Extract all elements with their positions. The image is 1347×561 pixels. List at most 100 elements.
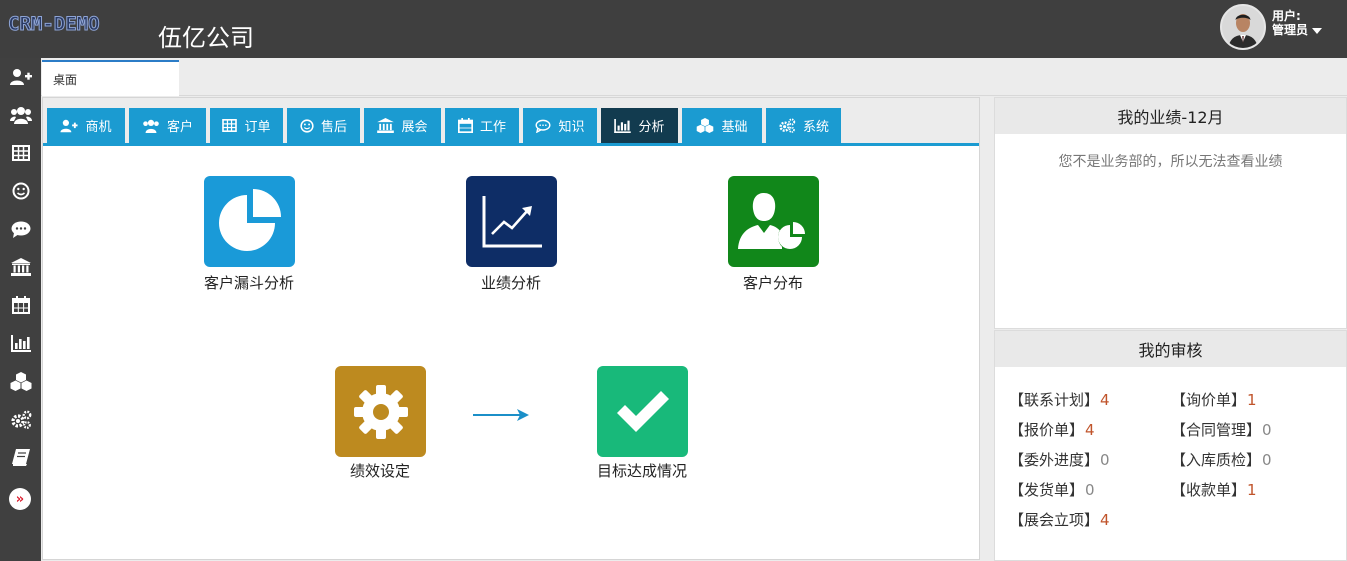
rail-smile[interactable]: [0, 172, 41, 210]
rail-cogs[interactable]: [0, 400, 41, 438]
review-count: 0: [1262, 451, 1272, 469]
review-count: 4: [1100, 511, 1110, 529]
rail-expand-toggle[interactable]: »: [9, 488, 31, 510]
users-icon: [9, 107, 32, 124]
calendar-icon: [11, 296, 30, 314]
table-icon: [11, 145, 30, 161]
user-plus-icon: [60, 119, 79, 132]
tab-desktop[interactable]: 桌面: [42, 60, 179, 96]
module-tab-label: 展会: [401, 120, 428, 135]
caret-down-icon: [1312, 27, 1323, 34]
kpi-setting-tile[interactable]: [335, 366, 426, 457]
arrow-right-icon: [473, 409, 529, 421]
app-logo[interactable]: CRM-DEMO: [8, 13, 101, 36]
pie-chart-icon: [218, 188, 281, 251]
review-item-exhibition-project[interactable]: 【展会立项】4: [1009, 509, 1110, 530]
review-item-inbound-qc[interactable]: 【入库质检】0: [1171, 449, 1272, 470]
review-item-outsourcing[interactable]: 【委外进度】0: [1009, 449, 1110, 470]
review-count: 1: [1247, 391, 1257, 409]
customer-distribution-tile[interactable]: [728, 176, 819, 267]
module-tab-base[interactable]: 基础: [682, 108, 762, 143]
rail-users[interactable]: [0, 96, 41, 134]
my-performance-panel: 我的业绩-12月 您不是业务部的，所以无法查看业绩: [994, 97, 1347, 329]
customer-funnel-label[interactable]: 客户漏斗分析: [169, 272, 329, 293]
kpi-setting-label[interactable]: 绩效设定: [300, 460, 460, 481]
module-tab-aftersales[interactable]: 售后: [287, 108, 360, 143]
module-tab-label: 分析: [638, 120, 665, 135]
company-name: 伍亿公司: [158, 24, 254, 52]
module-tab-analysis[interactable]: 分析: [601, 108, 678, 143]
module-tab-exhibition[interactable]: 展会: [364, 108, 441, 143]
line-chart-icon: [482, 195, 542, 247]
cubes-icon: [697, 118, 714, 133]
module-tab-label: 系统: [802, 120, 829, 135]
module-tab-label: 售后: [320, 120, 347, 135]
left-rail: »: [0, 58, 41, 561]
smile-icon: [300, 118, 314, 133]
performance-analysis-tile[interactable]: [466, 176, 557, 267]
module-tabs: 商机 客户 订单 售后 展会 工作 知识 分析 基础 系统: [43, 98, 979, 146]
module-tab-label: 工作: [479, 120, 506, 135]
main-panel: 商机 客户 订单 售后 展会 工作 知识 分析 基础 系统 客户漏斗分析 业绩分…: [42, 97, 980, 560]
module-tab-order[interactable]: 订单: [210, 108, 283, 143]
page-tab-strip: 桌面: [41, 58, 1347, 96]
users-icon: [143, 119, 159, 133]
rail-comment[interactable]: [0, 210, 41, 248]
target-status-tile[interactable]: [597, 366, 688, 457]
customer-distribution-label[interactable]: 客户分布: [693, 272, 853, 293]
review-count: 0: [1085, 481, 1095, 499]
bank-icon: [377, 118, 395, 133]
rail-calendar[interactable]: [0, 286, 41, 324]
module-tab-label: 商机: [85, 120, 112, 135]
bar-chart-icon: [10, 334, 31, 352]
comment-icon: [535, 119, 552, 133]
user-name: 管理员: [1272, 23, 1309, 37]
user-menu[interactable]: 用户: 管理员: [1272, 9, 1323, 37]
performance-message: 您不是业务部的，所以无法查看业绩: [1058, 154, 1283, 170]
bank-icon: [10, 258, 31, 276]
performance-analysis-label[interactable]: 业绩分析: [431, 272, 591, 293]
user-avatar[interactable]: [1220, 4, 1266, 50]
rail-user-plus[interactable]: [0, 58, 41, 96]
cubes-icon: [10, 371, 31, 391]
module-tab-work[interactable]: 工作: [445, 108, 519, 143]
module-tab-system[interactable]: 系统: [766, 108, 841, 143]
rail-bar-chart[interactable]: [0, 324, 41, 362]
module-tab-label: 基础: [721, 120, 748, 135]
customer-funnel-tile[interactable]: [204, 176, 295, 267]
review-item-quotation[interactable]: 【报价单】4: [1009, 419, 1095, 440]
rail-bank[interactable]: [0, 248, 41, 286]
review-count: 0: [1262, 421, 1272, 439]
review-count: 1: [1247, 481, 1257, 499]
module-tab-knowledge[interactable]: 知识: [523, 108, 597, 143]
review-item-contract[interactable]: 【合同管理】0: [1171, 419, 1272, 440]
review-item-inquiry[interactable]: 【询价单】1: [1171, 389, 1257, 410]
rail-table[interactable]: [0, 134, 41, 172]
check-icon: [616, 390, 669, 432]
user-label: 用户:: [1272, 9, 1301, 23]
review-item-delivery[interactable]: 【发货单】0: [1009, 479, 1095, 500]
module-tab-opportunity[interactable]: 商机: [47, 108, 125, 143]
user-plus-icon: [9, 69, 32, 85]
cogs-icon: [10, 410, 31, 429]
review-count: 0: [1100, 451, 1110, 469]
review-item-contact-plan[interactable]: 【联系计划】4: [1009, 389, 1110, 410]
rail-cubes[interactable]: [0, 362, 41, 400]
bar-chart-icon: [614, 118, 632, 133]
book-icon: [11, 448, 30, 466]
calendar-icon: [457, 118, 473, 133]
module-tab-label: 订单: [244, 120, 271, 135]
target-status-label[interactable]: 目标达成情况: [562, 460, 722, 481]
comment-icon: [11, 221, 30, 238]
gear-icon: [353, 384, 408, 439]
my-review-panel: 我的审核 【联系计划】4 【询价单】1 【报价单】4 【合同管理】0 【委外进度…: [994, 330, 1347, 561]
my-review-title: 我的审核: [995, 331, 1346, 367]
smile-icon: [12, 182, 29, 200]
module-tab-label: 知识: [558, 120, 585, 135]
my-performance-title: 我的业绩-12月: [995, 98, 1346, 134]
review-count: 4: [1100, 391, 1110, 409]
module-tab-customer[interactable]: 客户: [129, 108, 206, 143]
user-pie-icon: [737, 192, 806, 251]
review-item-receipt[interactable]: 【收款单】1: [1171, 479, 1257, 500]
rail-book[interactable]: [0, 438, 41, 476]
